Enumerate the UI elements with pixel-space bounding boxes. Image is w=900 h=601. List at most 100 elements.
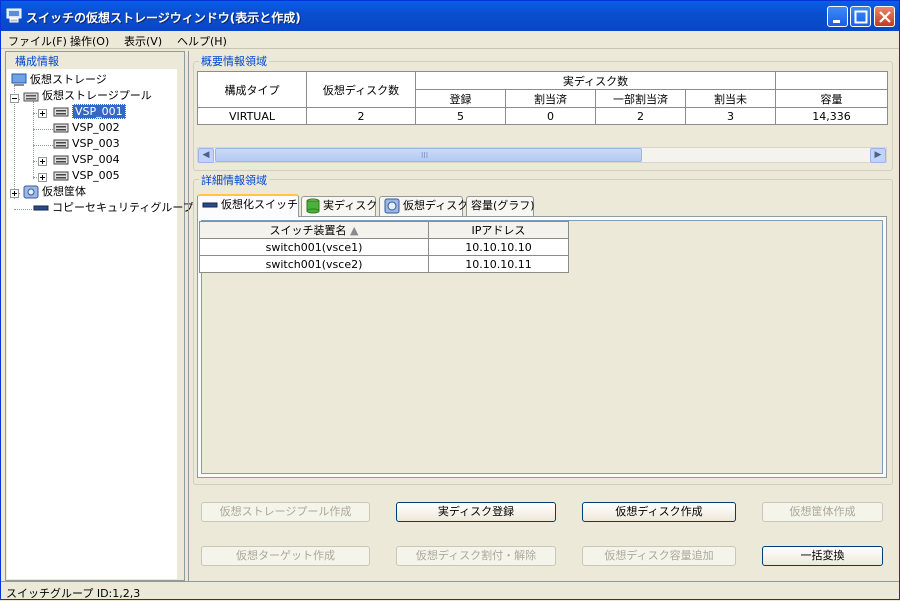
col-capacity[interactable]: 容量: [775, 89, 888, 108]
tree-expand-toggle[interactable]: [10, 189, 19, 198]
vsp-icon: [53, 107, 69, 117]
cell-switch-name: switch001(vsce1): [199, 238, 429, 256]
col-unassigned[interactable]: 割当未: [685, 89, 776, 108]
create-vdisk-button[interactable]: 仮想ディスク作成: [582, 502, 736, 522]
tab-capacity-graph[interactable]: 容量(グラフ): [466, 196, 535, 216]
maximize-button[interactable]: [850, 6, 871, 27]
batch-convert-button[interactable]: 一括変換: [762, 546, 883, 566]
tree-item-storage-pool[interactable]: 仮想ストレージプール: [23, 88, 152, 104]
cell-ip-address: 10.10.10.10: [428, 238, 569, 256]
tree-item-vsp-003[interactable]: VSP_003: [53, 136, 120, 152]
menu-file[interactable]: ファイル(F): [8, 33, 67, 49]
tree-label-selected: VSP_001: [72, 104, 126, 119]
menu-help[interactable]: ヘルプ(H): [177, 33, 227, 49]
tab-label: 容量(グラフ): [471, 199, 535, 212]
create-target-button[interactable]: 仮想ターゲット作成: [201, 546, 370, 566]
tree-item-vsp-001[interactable]: VSP_001: [53, 104, 126, 120]
menu-operation[interactable]: 操作(O): [70, 33, 109, 49]
col-registered[interactable]: 登録: [415, 89, 506, 108]
cell-unassigned: 3: [685, 107, 776, 125]
minimize-icon: [833, 20, 840, 23]
vsp-icon: [53, 139, 69, 149]
tree-collapse-toggle[interactable]: [10, 94, 19, 103]
scroll-grip: III: [421, 151, 429, 160]
switch-table: スイッチ装置名 ▲ IPアドレス switch001(vsce1) 10.10.…: [199, 221, 569, 273]
scroll-left-arrow-icon[interactable]: ◀: [198, 148, 214, 163]
detail-label: 詳細情報領域: [199, 172, 269, 188]
tree-item-vsp-002[interactable]: VSP_002: [53, 120, 120, 136]
storage-root-icon: [11, 73, 27, 86]
app-icon: [6, 8, 22, 23]
table-row[interactable]: switch001(vsce1) 10.10.10.10: [199, 238, 569, 256]
tab-label: 実ディスク: [323, 199, 378, 212]
vsp-icon: [53, 171, 69, 181]
disk-icon: [306, 198, 320, 214]
col-assigned[interactable]: 割当済: [505, 89, 596, 108]
cell-registered: 5: [415, 107, 506, 125]
tree-expand-toggle[interactable]: [38, 157, 47, 166]
tree-label: VSP_003: [72, 137, 120, 150]
scroll-right-arrow-icon[interactable]: ▶: [870, 148, 886, 163]
summary-table: 構成タイプ 仮想ディスク数 実ディスク数 登録 割当済 一部割当済 割当未 容量…: [197, 71, 888, 125]
sort-asc-icon: ▲: [350, 224, 359, 237]
cell-capacity: 14,336: [775, 107, 888, 125]
switch-icon: [202, 202, 218, 208]
menu-view[interactable]: 表示(V): [124, 33, 162, 49]
tree-label: VSP_004: [72, 153, 120, 166]
tree-expand-toggle[interactable]: [38, 109, 47, 118]
cell-partially-assigned: 2: [595, 107, 686, 125]
col-switch-name[interactable]: スイッチ装置名 ▲: [199, 221, 429, 239]
tree-item-vsp-005[interactable]: VSP_005: [53, 168, 120, 184]
cell-vdisk-count: 2: [306, 107, 416, 125]
tree-item-virtual-storage[interactable]: 仮想ストレージ: [11, 72, 107, 88]
summary-horizontal-scrollbar[interactable]: ◀ III ▶: [197, 147, 887, 163]
title-bar: スイッチの仮想ストレージウィンドウ(表示と作成): [1, 1, 899, 31]
tree-label: 仮想筐体: [42, 185, 86, 198]
maximize-icon: [854, 10, 868, 24]
tree-item-vsp-004[interactable]: VSP_004: [53, 152, 120, 168]
tree-label: VSP_005: [72, 169, 120, 182]
window-title: スイッチの仮想ストレージウィンドウ(表示と作成): [26, 11, 301, 25]
cell-ip-address: 10.10.10.11: [428, 255, 569, 273]
pool-icon: [23, 92, 39, 101]
close-icon: [879, 11, 891, 23]
tab-label: 仮想ディスク: [403, 199, 469, 212]
tab-virtual-disk[interactable]: 仮想ディスク: [379, 196, 468, 216]
col-config-type[interactable]: 構成タイプ: [197, 71, 307, 108]
col-ip-address[interactable]: IPアドレス: [428, 221, 569, 239]
config-tree: 仮想ストレージ 仮想ストレージプール VSP_001 VSP_002 VSP_0…: [7, 69, 194, 579]
cell-assigned: 0: [505, 107, 596, 125]
tree-label: 仮想ストレージプール: [42, 89, 152, 102]
status-bar: スイッチグループ ID:1,2,3: [1, 581, 899, 600]
col-group-blank: [775, 71, 888, 90]
virtual-disk-icon: [384, 198, 400, 214]
copy-group-icon: [33, 205, 49, 211]
col-partially-assigned[interactable]: 一部割当済: [595, 89, 686, 108]
assign-vdisk-button[interactable]: 仮想ディスク割付・解除: [396, 546, 556, 566]
minimize-button[interactable]: [827, 6, 848, 27]
col-vdisk-count[interactable]: 仮想ディスク数: [306, 71, 416, 108]
enclosure-icon: [23, 185, 39, 199]
tab-real-disk[interactable]: 実ディスク: [301, 196, 378, 216]
status-text: スイッチグループ ID:1,2,3: [6, 587, 141, 600]
create-pool-button[interactable]: 仮想ストレージプール作成: [201, 502, 370, 522]
close-button[interactable]: [874, 6, 895, 27]
table-row[interactable]: switch001(vsce2) 10.10.10.11: [199, 255, 569, 273]
main-window: スイッチの仮想ストレージウィンドウ(表示と作成) ファイル(F) 操作(O) 表…: [0, 0, 900, 600]
tree-label: VSP_002: [72, 121, 120, 134]
scroll-thumb[interactable]: III: [215, 148, 642, 162]
tree-item-enclosure[interactable]: 仮想筐体: [23, 184, 86, 200]
table-row[interactable]: VIRTUAL 2 5 0 2 3 14,336: [197, 107, 888, 125]
create-enclosure-button[interactable]: 仮想筐体作成: [762, 502, 883, 522]
summary-label: 概要情報領域: [199, 53, 269, 69]
tree-item-copy-security-group[interactable]: コピーセキュリティグループ: [33, 200, 194, 216]
tree-label: 仮想ストレージ: [30, 73, 107, 86]
menu-bar: ファイル(F) 操作(O) 表示(V) ヘルプ(H): [1, 31, 899, 49]
tab-label: 仮想化スイッチ: [221, 198, 298, 211]
add-capacity-button[interactable]: 仮想ディスク容量追加: [582, 546, 736, 566]
register-disk-button[interactable]: 実ディスク登録: [396, 502, 556, 522]
tree-expand-toggle[interactable]: [38, 173, 47, 182]
cell-switch-name: switch001(vsce2): [199, 255, 429, 273]
tree-label: コピーセキュリティグループ: [52, 201, 194, 214]
tab-virtual-switch[interactable]: 仮想化スイッチ: [197, 194, 299, 217]
